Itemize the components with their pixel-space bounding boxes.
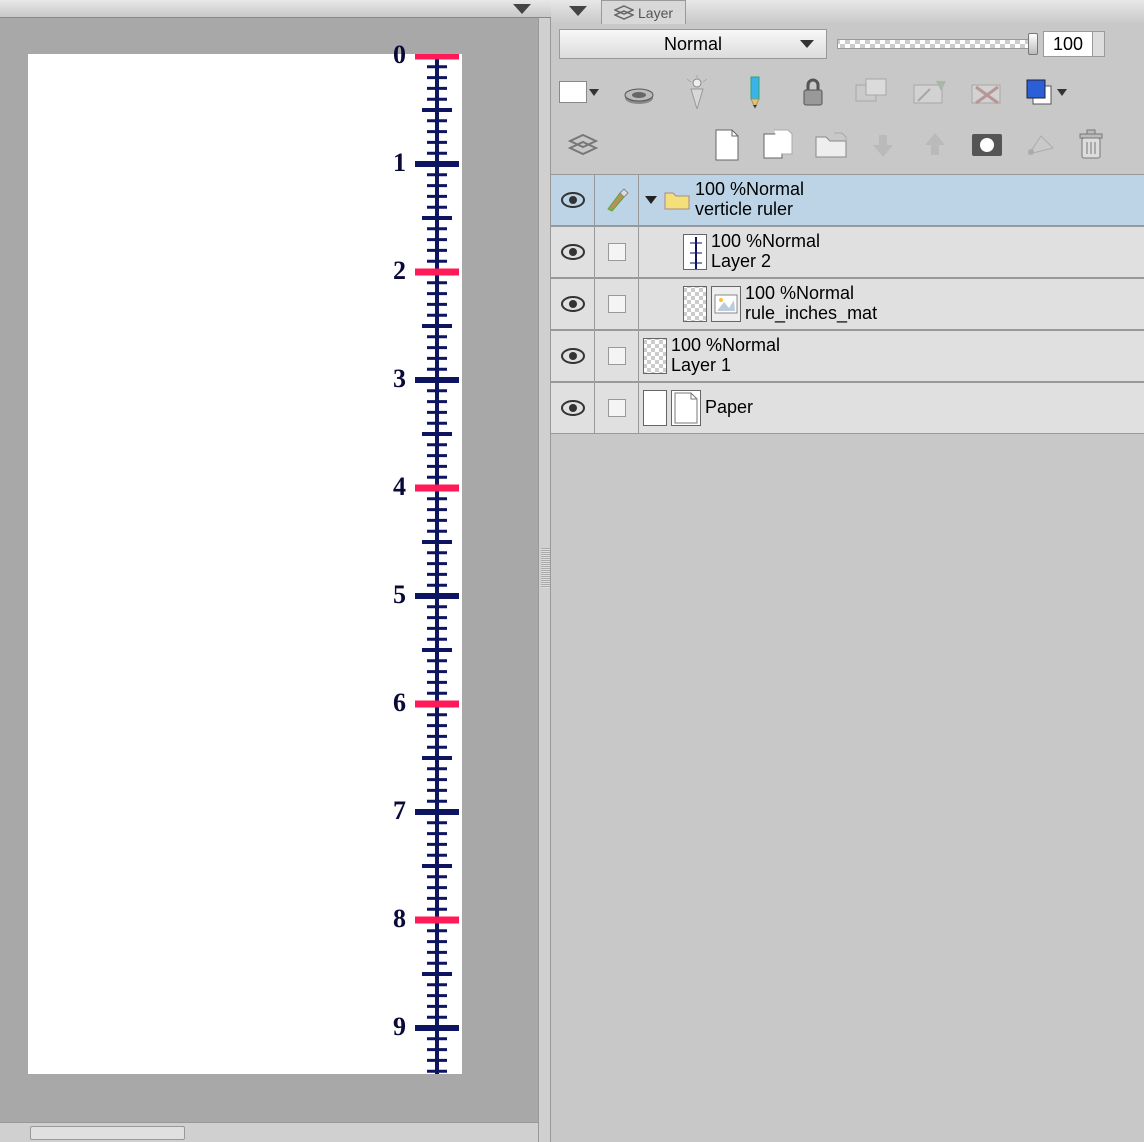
opacity-slider[interactable]: [837, 35, 1033, 53]
light-button[interactable]: [677, 72, 717, 112]
delete-layer-button[interactable]: [1071, 125, 1111, 165]
ruler-number: 4: [393, 472, 406, 502]
layer-thumbnail: [683, 286, 707, 322]
ruler-number: 5: [393, 580, 406, 610]
layer-name: Layer 2: [711, 252, 820, 272]
select-toggle[interactable]: [595, 227, 639, 277]
new-layer-button[interactable]: [707, 125, 747, 165]
layers-view-button[interactable]: [563, 125, 603, 165]
visibility-toggle[interactable]: [551, 279, 595, 329]
layers-panel: Layer Normal 100: [551, 0, 1144, 1142]
eye-icon: [560, 243, 586, 261]
color-swatch-button[interactable]: [559, 81, 601, 103]
canvas-header: [0, 0, 555, 18]
paper-canvas[interactable]: 0123456789: [28, 54, 462, 1074]
ruler-drawing: [412, 54, 462, 1074]
paint-mode-toggle[interactable]: [595, 175, 639, 225]
mask-add-button[interactable]: [909, 72, 949, 112]
layer-list: 100 %Normal verticle ruler 100 %Normal L…: [551, 174, 1144, 434]
duplicate-layer-button[interactable]: [759, 125, 799, 165]
clip-button[interactable]: [851, 72, 891, 112]
mask-button[interactable]: [967, 125, 1007, 165]
select-toggle[interactable]: [595, 279, 639, 329]
scrollbar-thumb[interactable]: [30, 1126, 185, 1140]
eye-icon: [560, 347, 586, 365]
ruler-number: 3: [393, 364, 406, 394]
airbrush-button[interactable]: [619, 72, 659, 112]
select-toggle[interactable]: [595, 383, 639, 433]
fg-bg-swatch-icon: [1025, 78, 1055, 106]
ruler-number: 1: [393, 148, 406, 178]
layer-row[interactable]: Paper: [551, 382, 1144, 434]
eye-icon: [560, 399, 586, 417]
ruler-number: 9: [393, 1012, 406, 1042]
move-up-button[interactable]: [915, 125, 955, 165]
dock-tab-bar: Layer: [551, 0, 1144, 24]
ruler-number: 2: [393, 256, 406, 286]
eye-icon: [560, 295, 586, 313]
blend-mode-select[interactable]: Normal: [559, 29, 827, 59]
slider-knob[interactable]: [1028, 33, 1038, 55]
blend-opacity-row: Normal 100: [551, 24, 1144, 64]
layer-row-folder[interactable]: 100 %Normal verticle ruler: [551, 174, 1144, 226]
layer-name: verticle ruler: [695, 200, 804, 220]
swatch-icon: [559, 81, 587, 103]
tab-label: Layer: [638, 5, 673, 21]
chevron-down-icon: [798, 38, 816, 50]
transform-button[interactable]: [1019, 125, 1059, 165]
mask-remove-button[interactable]: [967, 72, 1007, 112]
material-thumbnail-icon: [711, 286, 741, 322]
visibility-toggle[interactable]: [551, 175, 595, 225]
move-down-button[interactable]: [863, 125, 903, 165]
lock-button[interactable]: [793, 72, 833, 112]
ruler-number: 8: [393, 904, 406, 934]
chevron-down-icon: [1055, 85, 1069, 99]
layer-stack-icon: [614, 5, 634, 21]
layer-thumbnail: [643, 390, 667, 426]
slider-track: [837, 39, 1033, 49]
panel-collapse-icon[interactable]: [509, 2, 535, 16]
dock-menu-icon[interactable]: [565, 4, 591, 18]
select-toggle[interactable]: [595, 331, 639, 381]
visibility-toggle[interactable]: [551, 227, 595, 277]
layer-row[interactable]: 100 %Normal rule_inches_mat: [551, 278, 1144, 330]
paper-icon: [671, 390, 701, 426]
layer-row[interactable]: 100 %Normal Layer 2: [551, 226, 1144, 278]
ruler-number: 0: [393, 40, 406, 70]
canvas-pane: 0 1 2 3 4 5 6 7 8 9: [0, 0, 555, 1142]
ruler-number: 7: [393, 796, 406, 826]
layer-thumbnail: [683, 234, 707, 270]
chevron-down-icon: [587, 85, 601, 99]
tab-layer[interactable]: Layer: [601, 0, 686, 24]
visibility-toggle[interactable]: [551, 383, 595, 433]
brush-icon: [604, 187, 630, 213]
pane-splitter[interactable]: [538, 18, 551, 1142]
layer-tool-row-1: [551, 64, 1144, 120]
canvas-viewport[interactable]: 0 1 2 3 4 5 6 7 8 9: [0, 18, 544, 1098]
folder-icon: [663, 189, 691, 211]
opacity-spinner[interactable]: [1093, 31, 1105, 57]
fg-bg-swatch-button[interactable]: [1025, 78, 1069, 106]
ruler-number: 6: [393, 688, 406, 718]
layer-name: Paper: [705, 398, 753, 418]
layer-name: rule_inches_mat: [745, 304, 877, 324]
layer-thumbnail: [643, 338, 667, 374]
layer-main: 100 %Normal verticle ruler: [639, 175, 1144, 225]
layer-name: Layer 1: [671, 356, 780, 376]
visibility-toggle[interactable]: [551, 331, 595, 381]
new-folder-button[interactable]: [811, 125, 851, 165]
pencil-button[interactable]: [735, 72, 775, 112]
layer-tool-row-2: [551, 120, 1144, 170]
eye-icon: [560, 191, 586, 209]
opacity-value-input[interactable]: 100: [1043, 31, 1093, 57]
splitter-grip-icon: [541, 548, 550, 588]
blend-mode-value: Normal: [664, 34, 722, 55]
layer-row[interactable]: 100 %Normal Layer 1: [551, 330, 1144, 382]
horizontal-scrollbar[interactable]: [0, 1122, 555, 1142]
expand-toggle[interactable]: [643, 194, 659, 206]
